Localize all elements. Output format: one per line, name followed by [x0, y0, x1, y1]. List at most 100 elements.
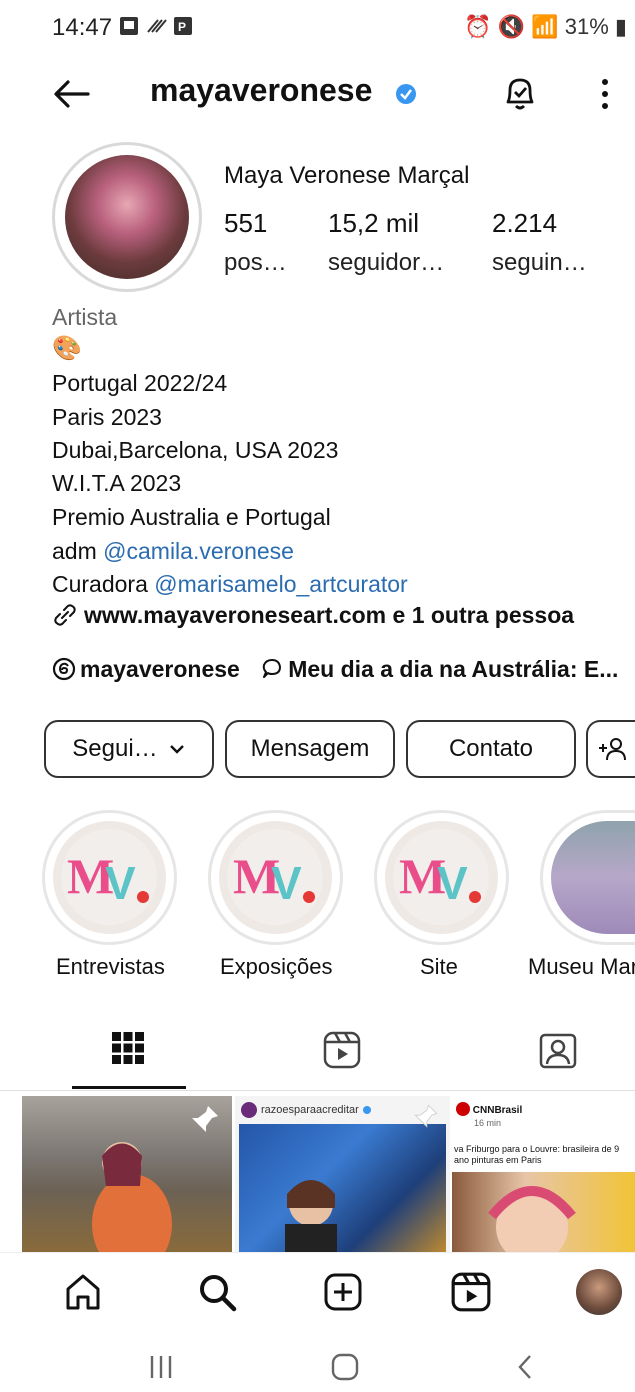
chevron-down-icon: [169, 745, 184, 754]
battery-icon: ▮: [614, 14, 627, 39]
profile-username: mayaveronese: [150, 72, 373, 108]
home-icon: [66, 1274, 100, 1310]
mv-logo-icon: M V: [227, 829, 323, 925]
reels-icon: [451, 1272, 491, 1312]
website-link[interactable]: www.mayaveroneseart.com e 1 outra pessoa: [52, 602, 574, 629]
highlight-photo: [551, 821, 635, 934]
thread-note-link[interactable]: Meu dia a dia na Austrália: E...: [260, 656, 618, 682]
curator-prefix: Curadora: [52, 571, 155, 597]
home-system-button[interactable]: [330, 1352, 360, 1387]
highlight-exposicoes[interactable]: M V: [208, 810, 343, 945]
more-options-button[interactable]: [590, 72, 620, 116]
stat-posts-label: pos…: [224, 249, 287, 276]
post-time: 16 min: [474, 1118, 502, 1128]
add-post-icon: [324, 1273, 362, 1311]
highlight-label: Exposições: [220, 954, 333, 979]
verified-badge-icon: [362, 1106, 371, 1114]
contact-button[interactable]: Contato: [406, 720, 576, 778]
notifications-bell-button[interactable]: [500, 72, 540, 116]
bio-line: Portugal 2022/24: [52, 370, 228, 396]
grid-icon: [112, 1032, 144, 1064]
pinned-icon: [412, 1102, 440, 1135]
tab-reels[interactable]: [322, 1030, 362, 1075]
palette-emoji: 🎨: [52, 335, 82, 362]
svg-text:V: V: [271, 857, 302, 909]
highlight-label: Entrevistas: [56, 954, 165, 979]
recent-apps-button[interactable]: [146, 1352, 176, 1387]
divider: [0, 1090, 635, 1091]
stat-followers-value: 15,2 mil: [328, 208, 420, 238]
active-tab-indicator: [72, 1086, 186, 1089]
post-thumbnail[interactable]: razoesparaacreditar: [235, 1096, 450, 1254]
tagged-person-icon: [539, 1033, 577, 1069]
reels-icon: [323, 1031, 361, 1069]
nav-profile-avatar[interactable]: [576, 1269, 622, 1315]
bio-adm-line: adm @camila.veronese: [52, 538, 294, 565]
post-thumbnail[interactable]: [22, 1096, 232, 1254]
adm-prefix: adm: [52, 538, 104, 564]
back-button[interactable]: [50, 72, 94, 116]
mv-logo-icon: M V: [393, 829, 489, 925]
bio-line: Premio Australia e Portugal: [52, 504, 331, 530]
following-button-label: Segui…: [72, 735, 158, 762]
account-avatar: [241, 1102, 257, 1118]
search-icon: [200, 1275, 237, 1312]
bio-line: W.I.T.A 2023: [52, 470, 182, 496]
battery-text: 31%: [564, 14, 609, 39]
nav-reels[interactable]: [450, 1271, 492, 1318]
stat-following[interactable]: 2.214 seguin…: [492, 208, 587, 277]
note-bubble-icon: [262, 659, 282, 678]
recent-apps-icon: [150, 1356, 172, 1378]
profile-avatar[interactable]: [52, 142, 202, 292]
message-button[interactable]: Mensagem: [225, 720, 395, 778]
nav-home[interactable]: [62, 1271, 104, 1318]
threads-handle: mayaveronese: [80, 656, 240, 682]
post-account: CNNBrasil: [472, 1105, 523, 1116]
mv-logo-icon: M V: [61, 829, 157, 925]
add-person-icon: [598, 738, 626, 761]
stat-posts[interactable]: 551 pos…: [224, 208, 287, 277]
post-image: [452, 1172, 635, 1254]
stat-followers[interactable]: 15,2 mil seguidor…: [328, 208, 444, 277]
curator-mention-link[interactable]: @marisamelo_artcurator: [154, 571, 407, 597]
wifi-icon: 📶: [531, 14, 559, 39]
contact-button-label: Contato: [448, 735, 534, 762]
highlight-site[interactable]: M V: [374, 810, 509, 945]
highlight-label: Site: [420, 954, 458, 979]
notification-icons: P: [118, 14, 198, 44]
system-icons: ⏰ 🔇 📶 31% ▮: [464, 14, 627, 40]
stat-following-value: 2.214: [492, 208, 558, 238]
nav-create[interactable]: [322, 1271, 364, 1318]
post-thumbnail[interactable]: CNNBrasil 16 min va Friburgo para o Louv…: [452, 1096, 635, 1254]
alarm-icon: ⏰: [464, 14, 492, 39]
stat-following-label: seguin…: [492, 249, 587, 276]
threads-link[interactable]: mayaveronese: [52, 656, 246, 682]
back-system-button[interactable]: [510, 1352, 540, 1387]
stat-posts-value: 551: [224, 208, 268, 238]
post-account: razoesparaacreditar: [261, 1104, 359, 1116]
following-button[interactable]: Segui…: [44, 720, 214, 778]
adm-mention-link[interactable]: @camila.veronese: [103, 538, 294, 564]
post-caption: va Friburgo para o Louvre: brasileira de…: [454, 1144, 620, 1165]
notification-icons-svg: P: [120, 17, 192, 35]
tab-tagged[interactable]: [538, 1030, 578, 1075]
status-bar: 14:47 P ⏰ 🔇 📶 31% ▮: [0, 0, 635, 52]
nav-search[interactable]: [196, 1271, 238, 1318]
svg-text:V: V: [105, 857, 136, 909]
svg-text:P: P: [178, 20, 186, 34]
system-nav-bar: [0, 1342, 635, 1392]
profile-category: Artista: [52, 304, 118, 330]
svg-text:V: V: [437, 857, 468, 909]
account-avatar: [456, 1102, 470, 1116]
kebab-menu-icon: [602, 79, 608, 109]
verified-badge-icon: [396, 84, 416, 104]
stat-followers-label: seguidor…: [328, 249, 445, 276]
avatar-photo: [65, 155, 189, 279]
post-image: [239, 1124, 446, 1254]
highlight-entrevistas[interactable]: M V: [42, 810, 177, 945]
tab-grid[interactable]: [110, 1030, 146, 1071]
highlight-museu[interactable]: [540, 810, 635, 945]
status-time: 14:47: [52, 14, 113, 41]
suggest-people-button[interactable]: [586, 720, 635, 778]
threads-icon: [52, 657, 76, 681]
